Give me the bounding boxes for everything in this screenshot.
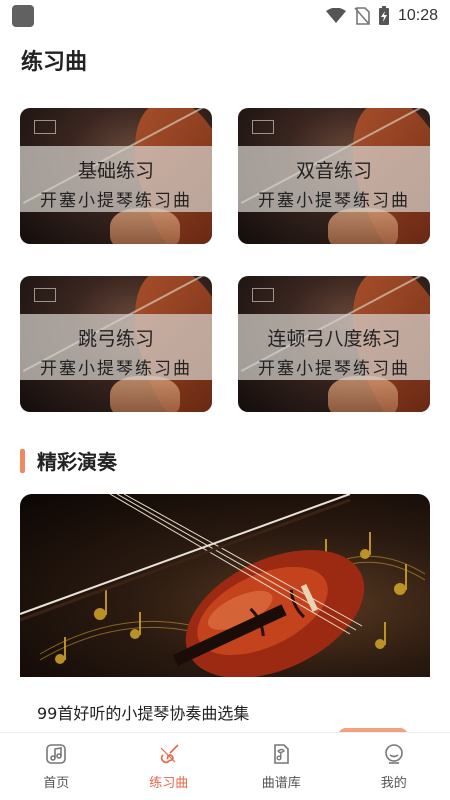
battery-charging-icon (378, 6, 389, 25)
etude-card-staccato-octaves[interactable]: 连顿弓八度练习 开塞小提琴练习曲 (238, 276, 430, 412)
section-header: 精彩演奏 (20, 446, 117, 475)
section-accent-bar (20, 448, 25, 473)
hand-image (110, 208, 180, 244)
featured-caption: 99首好听的小提琴协奏曲选集 (37, 704, 250, 723)
hand-image (328, 208, 398, 244)
app-notification-icon (12, 5, 34, 27)
nav-label-profile: 我的 (380, 776, 407, 791)
violin-illustration (20, 494, 426, 677)
card-title: 跳弓练习 (77, 328, 154, 350)
nav-item-home[interactable]: 首页 (0, 733, 113, 800)
card-subtitle: 开塞小提琴练习曲 (258, 359, 410, 379)
card-title: 基础练习 (77, 160, 154, 182)
card-title: 连顿弓八度练习 (267, 328, 401, 350)
featured-violin-image (20, 494, 430, 677)
nav-label-score-library: 曲谱库 (261, 776, 301, 791)
etude-card-basic[interactable]: 基础练习 开塞小提琴练习曲 (20, 108, 212, 244)
page-title: 练习曲 (21, 50, 88, 75)
card-subtitle: 开塞小提琴练习曲 (258, 191, 410, 211)
etude-card-spiccato[interactable]: 跳弓练习 开塞小提琴练习曲 (20, 276, 212, 412)
app-screen: 10:28 练习曲 基础练习 开塞小提琴练习曲 双音练习 开塞小提琴练习曲 跳弓… (0, 0, 450, 800)
logo-mark (34, 288, 56, 302)
nav-item-etudes[interactable]: 练习曲 (113, 733, 226, 800)
featured-card[interactable]: 99首好听的小提琴协奏曲选集 (20, 494, 430, 734)
bottom-nav: 首页 练习曲 曲谱库 我的 (0, 732, 450, 800)
status-time: 10:28 (397, 7, 438, 24)
etude-card-double-stops[interactable]: 双音练习 开塞小提琴练习曲 (238, 108, 430, 244)
logo-mark (252, 120, 274, 134)
status-bar: 10:28 (0, 0, 450, 32)
violin-icon (160, 744, 179, 764)
nav-item-profile[interactable]: 我的 (338, 733, 450, 800)
card-title: 双音练习 (295, 160, 372, 182)
card-subtitle: 开塞小提琴练习曲 (40, 359, 192, 379)
profile-icon (384, 744, 403, 764)
score-icon (274, 744, 290, 764)
logo-mark (34, 120, 56, 134)
nav-item-score-library[interactable]: 曲谱库 (225, 733, 338, 800)
wifi-icon (325, 8, 346, 23)
hand-image (328, 376, 398, 412)
etude-card-grid: 基础练习 开塞小提琴练习曲 双音练习 开塞小提琴练习曲 跳弓练习 开塞小提琴练习… (20, 108, 430, 413)
logo-mark (252, 288, 274, 302)
no-sim-icon (354, 7, 370, 25)
section-title: 精彩演奏 (37, 450, 117, 474)
nav-label-etudes: 练习曲 (149, 776, 189, 791)
nav-label-home: 首页 (43, 776, 70, 791)
hand-image (110, 376, 180, 412)
music-note-icon (46, 744, 67, 764)
card-subtitle: 开塞小提琴练习曲 (40, 191, 192, 211)
